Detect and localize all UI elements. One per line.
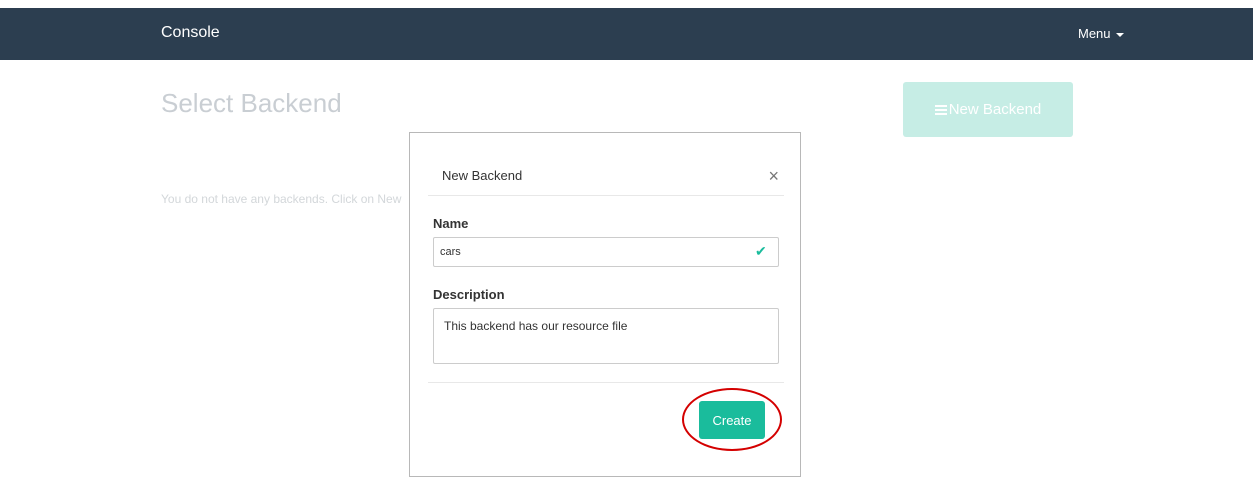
empty-message: You do not have any backends. Click on N… <box>161 192 402 206</box>
footer-divider <box>428 382 784 383</box>
dialog-title: New Backend <box>442 168 523 183</box>
new-backend-button[interactable]: New Backend <box>903 82 1073 137</box>
close-icon[interactable]: × <box>768 166 779 186</box>
description-label: Description <box>433 287 505 302</box>
page-title: Select Backend <box>161 88 342 118</box>
brand-link[interactable]: Console <box>161 24 220 42</box>
new-backend-label: New Backend <box>948 101 1042 118</box>
caret-down-icon <box>1115 32 1124 37</box>
list-icon <box>934 104 947 115</box>
top-navbar: Console Menu <box>0 8 1253 60</box>
description-value: This backend has our resource file <box>444 319 628 333</box>
name-input[interactable]: cars <box>433 237 779 267</box>
create-button[interactable]: Create <box>699 401 765 439</box>
name-value: cars <box>440 246 461 258</box>
description-textarea[interactable]: This backend has our resource file <box>433 308 779 364</box>
new-backend-dialog: New Backend × Name cars ✔ Description Th… <box>409 132 801 477</box>
dialog-header: New Backend × <box>428 166 784 196</box>
name-label: Name <box>433 216 469 231</box>
check-icon: ✔ <box>755 243 767 259</box>
menu-label: Menu <box>1078 26 1111 41</box>
menu-dropdown[interactable]: Menu <box>1078 26 1124 41</box>
